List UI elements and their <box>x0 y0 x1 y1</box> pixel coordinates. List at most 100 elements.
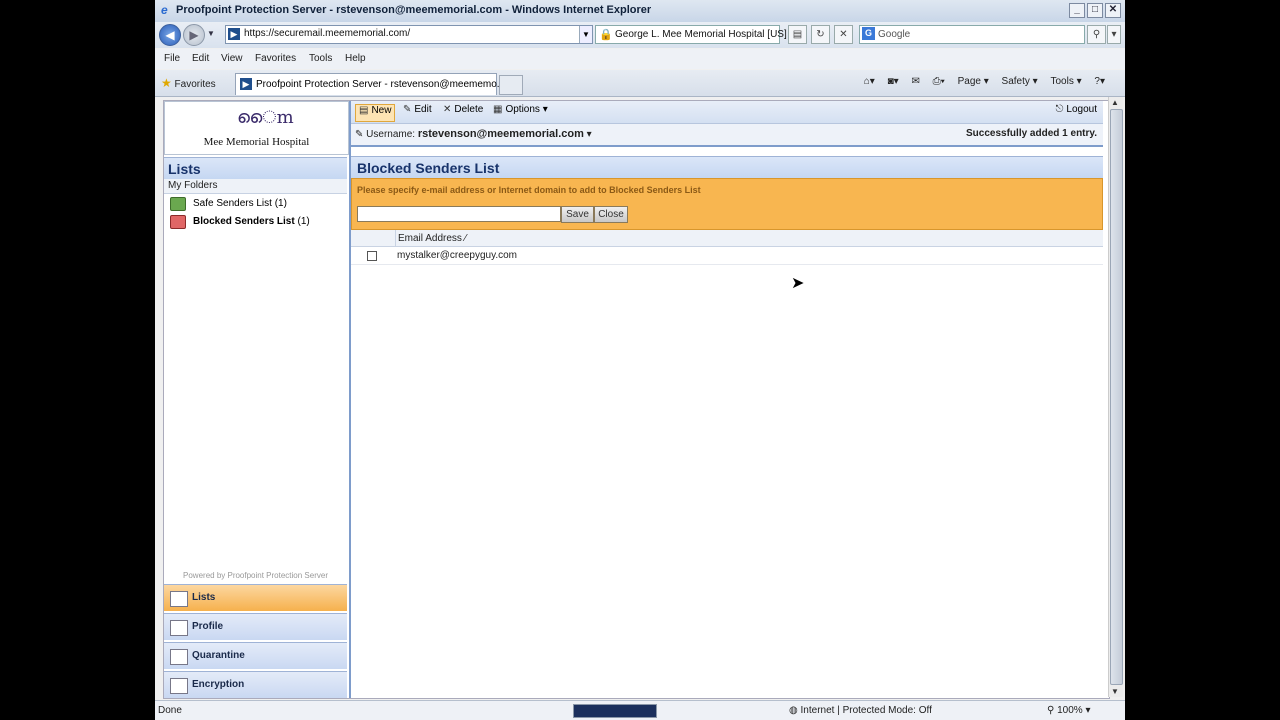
list-heading: Blocked Senders List <box>351 156 1103 178</box>
read-mail-icon[interactable]: ✉ <box>911 76 919 87</box>
zoom-level: 100% <box>1057 705 1083 716</box>
zoom-control[interactable]: ⚲ 100% ▾ <box>1047 705 1091 716</box>
nav-quarantine-label: Quarantine <box>192 650 245 661</box>
folder-safe-senders[interactable]: Safe Senders List (1) <box>170 196 345 212</box>
logo-mark-icon: ൈm <box>237 107 294 128</box>
folder-blocked-senders[interactable]: Blocked Senders List (1) <box>170 214 345 230</box>
add-entry-panel: Please specify e-mail address or Interne… <box>351 178 1103 230</box>
row-checkbox[interactable] <box>367 251 377 261</box>
refresh-icon[interactable]: ↻ <box>811 25 830 44</box>
nav-quarantine[interactable]: Quarantine <box>164 642 347 669</box>
nav-profile[interactable]: Profile <box>164 613 347 640</box>
nav-lists[interactable]: Lists <box>164 584 347 611</box>
nav-encryption-label: Encryption <box>192 679 245 690</box>
edit-icon: ✎ <box>403 104 412 115</box>
scroll-down-icon[interactable]: ▼ <box>1111 687 1119 696</box>
my-folders-header: My Folders <box>164 179 347 194</box>
forward-button[interactable]: ▶ <box>183 24 205 46</box>
logout-icon: ⎋ <box>1055 104 1064 115</box>
help-icon[interactable]: ?▾ <box>1094 76 1105 87</box>
delete-button[interactable]: ✕ Delete <box>443 104 483 120</box>
logout-label: Logout <box>1066 104 1097 115</box>
title-bar: e Proofpoint Protection Server - rsteven… <box>155 0 1125 23</box>
delete-label: Delete <box>454 104 484 115</box>
logo-name: Mee Memorial Hospital <box>203 136 310 148</box>
mouse-cursor-icon: ➤ <box>791 275 805 292</box>
username-dropdown[interactable]: ✎ Username: rstevenson@meememorial.com ▾ <box>355 128 592 140</box>
quarantine-icon <box>170 649 188 665</box>
scroll-thumb[interactable] <box>1110 109 1123 685</box>
safety-menu[interactable]: Safety ▾ <box>1002 76 1038 87</box>
sort-icon: ⁄ <box>464 233 467 244</box>
feeds-icon[interactable]: ◙▾ <box>888 76 899 87</box>
menu-help[interactable]: Help <box>345 53 366 64</box>
nav-encryption[interactable]: Encryption <box>164 671 347 698</box>
column-email-address[interactable]: Email Address ⁄ <box>398 233 466 244</box>
folder-count: (1) <box>297 216 310 227</box>
tab-label: Proofpoint Protection Server - rstevenso… <box>256 79 506 90</box>
save-button[interactable]: Save <box>561 206 594 223</box>
tools-menu[interactable]: Tools ▾ <box>1050 76 1081 87</box>
menu-view[interactable]: View <box>221 53 243 64</box>
status-message: Successfully added 1 entry. <box>966 128 1097 139</box>
table-row: mystalker@creepyguy.com <box>351 247 1103 265</box>
vertical-scrollbar[interactable]: ▲ ▼ <box>1108 97 1123 697</box>
stop-icon[interactable]: ✕ <box>834 25 853 44</box>
favorites-button[interactable]: ★ Favorites <box>161 76 216 90</box>
username-value: rstevenson@meememorial.com <box>417 128 584 140</box>
email-entry-input[interactable] <box>357 206 561 222</box>
menu-tools[interactable]: Tools <box>309 53 332 64</box>
lists-icon <box>170 591 188 607</box>
tab-favicon-icon: ▶ <box>240 78 252 90</box>
close-window-button[interactable]: ✕ <box>1105 3 1121 18</box>
logout-button[interactable]: ⎋ Logout <box>1055 104 1097 120</box>
encryption-icon <box>170 678 188 694</box>
close-button[interactable]: Close <box>594 206 628 223</box>
zone-label: Internet | Protected Mode: Off <box>800 705 932 716</box>
search-input[interactable]: G Google <box>859 25 1085 44</box>
username-label: Username: <box>366 129 416 140</box>
window-title: Proofpoint Protection Server - rstevenso… <box>176 4 652 16</box>
search-button[interactable]: ⚲ <box>1087 25 1106 44</box>
maximize-button[interactable]: □ <box>1087 3 1103 18</box>
table-header: Email Address ⁄ <box>351 230 1103 247</box>
history-dropdown-icon[interactable]: ▼ <box>207 29 215 38</box>
print-icon[interactable]: ⎙▾ <box>933 76 945 87</box>
security-zone: ◍ Internet | Protected Mode: Off <box>789 705 932 716</box>
url-field[interactable]: ▶ https://securemail.meememorial.com/ ▼ <box>225 25 593 44</box>
tab-proofpoint[interactable]: ▶ Proofpoint Protection Server - rsteven… <box>235 73 505 95</box>
certificate-indicator[interactable]: 🔒 George L. Mee Memorial Hospital [US] <box>595 25 787 44</box>
command-bar: ⌂▾ ◙▾ ✉ ⎙▾ Page ▾ Safety ▾ Tools ▾ ?▾ <box>854 76 1105 87</box>
back-button[interactable]: ◀ <box>159 24 181 46</box>
page-title: Blocked Senders List <box>357 160 500 176</box>
url-text: https://securemail.meememorial.com/ <box>244 28 411 39</box>
page-menu[interactable]: Page ▾ <box>958 76 989 87</box>
url-dropdown-icon[interactable]: ▼ <box>579 26 592 43</box>
column-divider <box>395 230 396 246</box>
edit-label: Edit <box>414 104 432 115</box>
search-options-icon[interactable]: ▾ <box>1107 25 1121 44</box>
menu-favorites[interactable]: Favorites <box>255 53 296 64</box>
nav-lists-label: Lists <box>192 592 216 603</box>
home-icon[interactable]: ⌂▾ <box>864 76 875 87</box>
globe-icon: ◍ <box>789 705 798 716</box>
new-button[interactable]: ▤ New <box>355 104 396 122</box>
address-bar: ◀ ▶ ▼ ▶ https://securemail.meememorial.c… <box>155 22 1125 48</box>
delete-icon: ✕ <box>443 104 452 115</box>
sidebar-heading-label: Lists <box>168 161 201 177</box>
page-favicon-icon: ▶ <box>228 28 240 40</box>
edit-button[interactable]: ✎ Edit <box>403 104 432 120</box>
status-bar: Done ◍ Internet | Protected Mode: Off ⚲ … <box>155 700 1125 720</box>
action-toolbar: ▤ New ✎ Edit ✕ Delete ▦ Options ▾ ⎋ Logout <box>351 101 1103 124</box>
menu-edit[interactable]: Edit <box>192 53 209 64</box>
nav-profile-label: Profile <box>192 621 224 632</box>
menu-file[interactable]: File <box>164 53 180 64</box>
new-tab-button[interactable] <box>499 75 523 95</box>
add-entry-prompt: Please specify e-mail address or Interne… <box>357 185 701 195</box>
compat-view-icon[interactable]: ▤ <box>788 25 807 44</box>
minimize-button[interactable]: _ <box>1069 3 1085 18</box>
scroll-up-icon[interactable]: ▲ <box>1111 98 1119 107</box>
options-button[interactable]: ▦ Options ▾ <box>493 104 548 120</box>
main-panel: ▤ New ✎ Edit ✕ Delete ▦ Options ▾ ⎋ Logout ✎ … <box>351 101 1103 698</box>
options-icon: ▦ <box>493 104 503 115</box>
